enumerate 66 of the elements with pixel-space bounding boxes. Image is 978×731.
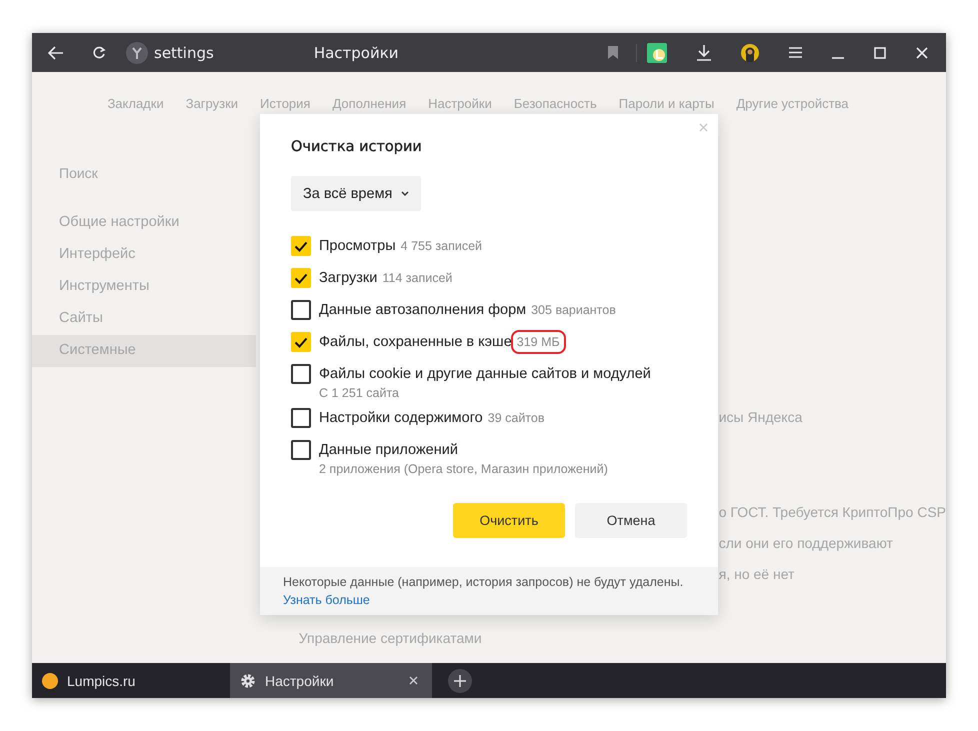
settings-text: о ГОСТ. Требуется КриптоПро CSP <box>718 504 946 520</box>
checkbox[interactable] <box>291 300 311 320</box>
item-count: 4 755 записей <box>400 239 482 253</box>
option-label: Данные приложений <box>319 442 458 458</box>
checkbox[interactable] <box>291 440 311 460</box>
nav-tab[interactable]: История <box>260 96 310 111</box>
item-count: 305 вариантов <box>531 303 616 317</box>
profile-avatar-icon[interactable] <box>741 44 759 62</box>
nav-tab[interactable]: Дополнения <box>332 96 406 111</box>
learn-more-link[interactable]: Узнать больше <box>283 591 370 609</box>
item-detail: 2 приложения (Opera store, Магазин приложений) <box>319 461 608 477</box>
nav-tab[interactable]: Закладки <box>107 96 164 111</box>
item-detail: С 1 251 сайта <box>319 385 400 401</box>
footer-note: Некоторые данные (например, история запросов) не будут удалены. <box>283 574 684 591</box>
nav-tab[interactable]: Другие устройства <box>736 96 849 111</box>
checkmark-icon <box>294 272 308 284</box>
browser-tab[interactable]: Настройки <box>230 663 432 698</box>
close-icon[interactable] <box>916 46 928 58</box>
address-text[interactable]: settings <box>154 44 214 62</box>
site-favicon-icon <box>42 672 58 688</box>
nav-tab[interactable]: Пароли и карты <box>618 96 714 111</box>
nav-tab[interactable]: Безопасность <box>514 96 597 111</box>
checkmark-icon <box>294 240 308 252</box>
extension-icon[interactable] <box>647 42 667 62</box>
highlighted-count: 319 МБ <box>512 332 564 352</box>
browser-logo-icon[interactable] <box>126 42 148 64</box>
close-icon[interactable] <box>409 676 418 685</box>
download-icon[interactable] <box>697 44 711 60</box>
back-arrow-icon[interactable] <box>48 46 64 60</box>
sidebar-item[interactable]: Общие настройки <box>32 207 256 239</box>
option-label: Данные автозаполнения форм <box>319 302 526 318</box>
settings-text: Управление сертификатами <box>298 630 482 646</box>
caret-icon[interactable] <box>401 191 410 196</box>
settings-text: я, но её нет <box>718 566 794 582</box>
menu-icon[interactable] <box>789 47 802 58</box>
option-label: Файлы cookie и другие данные сайтов и модулей <box>319 366 651 382</box>
search-field[interactable]: Поиск <box>59 165 209 181</box>
settings-text: исы Яндекса <box>718 409 802 425</box>
checkmark-icon <box>294 336 308 348</box>
sidebar-item[interactable]: Системные <box>32 335 256 367</box>
window-title: Настройки <box>314 44 399 62</box>
bookmark-icon[interactable] <box>608 46 618 59</box>
gear-icon <box>240 672 256 688</box>
new-tab-button[interactable] <box>448 668 472 692</box>
checkbox[interactable] <box>291 408 311 428</box>
dialog-title: Очистка истории <box>291 139 423 155</box>
reload-icon[interactable] <box>92 46 106 60</box>
option-label: Загрузки <box>319 270 378 286</box>
maximize-icon[interactable] <box>874 46 886 58</box>
sidebar-item[interactable]: Инструменты <box>32 271 256 303</box>
option-label: Файлы, сохраненные в кэше <box>319 334 512 350</box>
option-label: Настройки содержимого <box>319 410 483 426</box>
clear-button[interactable]: Очистить <box>453 503 565 538</box>
sidebar-item[interactable]: Интерфейс <box>32 239 256 271</box>
item-count: 39 сайтов <box>488 411 544 425</box>
option-label: Просмотры <box>319 238 396 254</box>
browser-tab[interactable]: Lumpics.ru <box>32 663 230 698</box>
nav-tab[interactable]: Настройки <box>428 96 492 111</box>
plus-icon <box>454 674 466 686</box>
checkbox[interactable] <box>291 364 311 384</box>
item-count: 114 записей <box>382 271 452 285</box>
nav-tab[interactable]: Загрузки <box>186 96 238 111</box>
cancel-button[interactable]: Отмена <box>575 503 687 538</box>
period-dropdown[interactable]: За всё время <box>291 176 422 211</box>
settings-text: сли они его поддерживают <box>718 535 893 551</box>
sidebar-item[interactable]: Сайты <box>32 303 256 335</box>
